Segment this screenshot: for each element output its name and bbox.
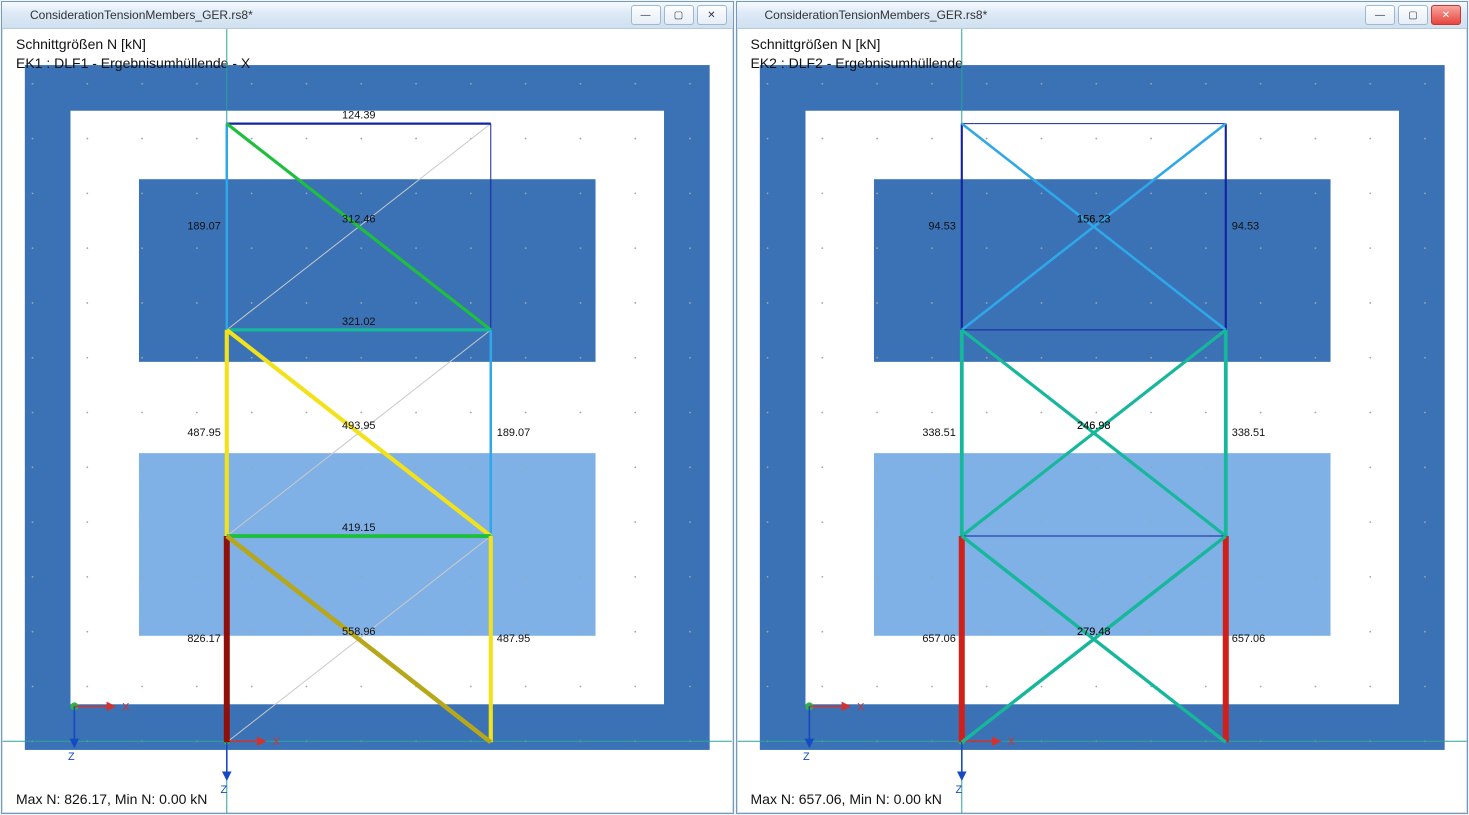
member-value: 487.95	[497, 633, 530, 645]
app-icon	[743, 7, 759, 23]
axis-x-label: X	[857, 701, 865, 713]
axis-x-label: X	[122, 701, 130, 713]
member-value: 246.98	[1077, 420, 1110, 432]
titlebar-left[interactable]: ConsiderationTensionMembers_GER.rs8* — ▢…	[2, 2, 733, 29]
result-footer: Max N: 826.17, Min N: 0.00 kN	[16, 791, 207, 807]
member-value: 487.95	[187, 427, 220, 439]
member-value: 321.02	[342, 316, 375, 328]
svg-text:X: X	[1007, 736, 1015, 748]
member-value: 189.07	[497, 427, 530, 439]
member-value: 94.53	[928, 221, 955, 233]
member-value: 189.07	[187, 221, 220, 233]
app-icon	[8, 7, 24, 23]
titlebar-right[interactable]: ConsiderationTensionMembers_GER.rs8* — ▢…	[737, 2, 1468, 29]
svg-text:Z: Z	[955, 784, 962, 796]
result-footer: Max N: 657.06, Min N: 0.00 kN	[751, 791, 942, 807]
diagram-left[interactable]: X Z X Z 124.39 189.07 312.46 321.02 487.95 189.07…	[2, 29, 733, 813]
diagram-right[interactable]: XZXZ94.5394.53156.23156.23338.51338.5124…	[737, 29, 1468, 813]
window-right: ConsiderationTensionMembers_GER.rs8* — ▢…	[736, 1, 1469, 814]
member-value: 124.39	[342, 110, 375, 122]
member-value: 312.46	[342, 214, 375, 226]
member-value: 657.06	[1231, 633, 1264, 645]
desktop: ConsiderationTensionMembers_GER.rs8* — ▢…	[0, 0, 1469, 815]
member-value: 338.51	[922, 427, 955, 439]
axis-z-label: Z	[803, 751, 810, 763]
viewport-left[interactable]: Schnittgrößen N [kN] EK1 : DLF1 - Ergebn…	[2, 29, 733, 813]
member-value: 558.96	[342, 626, 375, 638]
member-value: 279.48	[1077, 626, 1110, 638]
member-value: 493.95	[342, 420, 375, 432]
window-left: ConsiderationTensionMembers_GER.rs8* — ▢…	[1, 1, 734, 814]
svg-text:Z: Z	[220, 784, 227, 796]
viewport-right[interactable]: Schnittgrößen N [kN] EK2 : DLF2 - Ergebn…	[737, 29, 1468, 813]
member-value: 94.53	[1231, 221, 1258, 233]
member-value: 338.51	[1231, 427, 1264, 439]
member-value: 657.06	[922, 633, 955, 645]
member-value: 419.15	[342, 522, 375, 534]
member-value: 826.17	[187, 633, 220, 645]
member-value: 156.23	[1077, 214, 1110, 226]
svg-text:X: X	[273, 736, 281, 748]
axis-z-label: Z	[68, 751, 75, 763]
